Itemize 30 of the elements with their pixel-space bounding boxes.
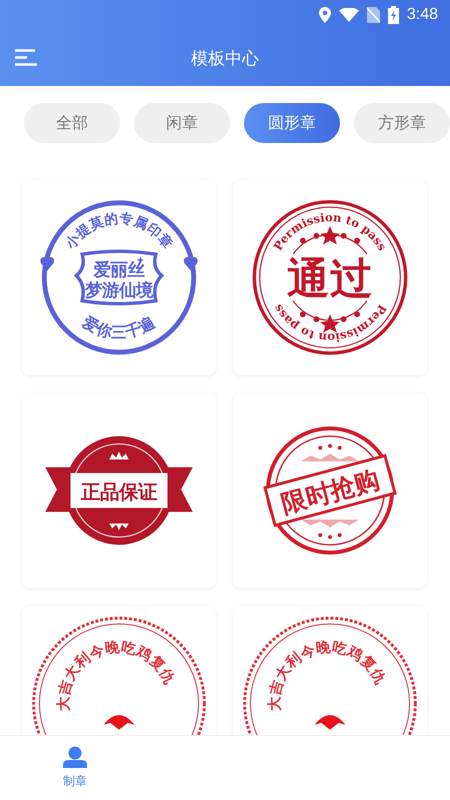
category-tab[interactable]: 方形章 [354, 103, 450, 143]
location-icon [318, 7, 331, 23]
template-card[interactable]: 大吉大利今晚吃鸡复仇 [22, 606, 216, 735]
template-card[interactable]: 正品保证 [22, 393, 216, 588]
no-sim-icon [366, 7, 380, 23]
emblem-drawing [314, 715, 346, 730]
template-card[interactable]: 小提莫的专属印章 爱丽丝 梦游仙境 爱你三千遍 [22, 180, 216, 375]
stamp-text: 梦游仙境 [85, 280, 153, 301]
stamp-arc-text: 大吉大利今晚吃鸡复仇 [54, 638, 178, 712]
stamp-text: 正品保证 [81, 480, 157, 504]
menu-icon[interactable] [15, 49, 37, 66]
wifi-icon [338, 8, 359, 22]
nav-label: 制章 [63, 773, 87, 790]
stamp-arc-text: 小提莫的专属印章 [62, 210, 176, 252]
nav-tab[interactable]: 制章 [0, 736, 150, 800]
category-tab[interactable]: 全部 [24, 103, 120, 143]
category-tab[interactable]: 圆形章 [244, 103, 340, 143]
emblem-drawing [103, 715, 135, 730]
stamp-text: 爱丽丝 [94, 260, 144, 281]
stamp-text: 限时抢购 [278, 464, 382, 519]
stamp-text: 通过 [287, 254, 373, 304]
battery-icon [388, 6, 399, 24]
person-icon [62, 746, 88, 768]
template-card[interactable]: 大吉大利今晚吃鸡复仇 [233, 606, 427, 735]
page-title: 模板中心 [191, 48, 259, 70]
status-time: 3:48 [406, 6, 438, 24]
template-card[interactable]: 限时抢购 [233, 393, 427, 588]
category-tab[interactable]: 闲章 [134, 103, 230, 143]
stamp-arc-text: 大吉大利今晚吃鸡复仇 [266, 638, 390, 712]
stamp-arc-text: 爱你三千遍 [80, 313, 158, 342]
